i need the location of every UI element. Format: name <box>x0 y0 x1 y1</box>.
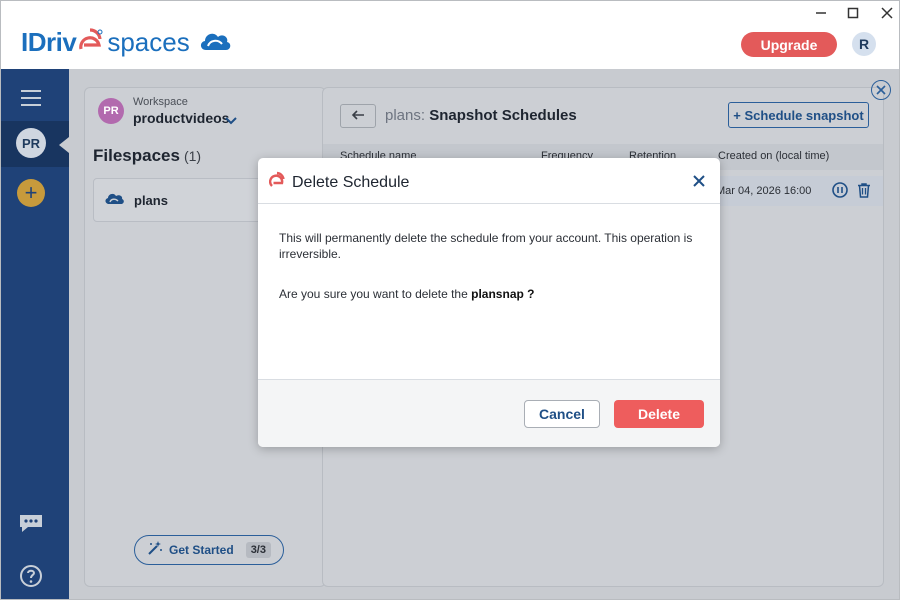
idrive-spaces-logo: IDriv spaces <box>21 25 232 59</box>
chat-icon[interactable] <box>18 513 44 533</box>
active-indicator <box>59 137 69 153</box>
chevron-down-icon[interactable] <box>225 112 237 130</box>
filespaces-title: Filespaces <box>93 146 180 165</box>
get-started-button[interactable]: Get Started 3/3 <box>134 535 284 565</box>
delete-schedule-dialog: Delete Schedule This will permanently de… <box>258 158 720 447</box>
idrive-logo-icon <box>269 171 285 196</box>
help-icon[interactable] <box>19 564 43 588</box>
maximize-icon[interactable] <box>843 5 863 21</box>
close-panel-icon[interactable] <box>871 80 891 100</box>
app-window: IDriv spaces Upgrade R PR + PR Workspace… <box>0 0 900 600</box>
back-button[interactable] <box>340 104 376 128</box>
dialog-title: Delete Schedule <box>292 174 410 191</box>
dialog-footer: Cancel Delete <box>258 379 720 447</box>
cancel-button[interactable]: Cancel <box>524 400 600 428</box>
breadcrumb-prefix: plans: <box>385 107 426 124</box>
dialog-message: This will permanently delete the schedul… <box>279 231 693 261</box>
filespaces-count: (1) <box>183 148 202 164</box>
column-header-created-on[interactable]: Created on (local time) <box>718 150 829 162</box>
filespaces-heading: Filespaces (1) <box>93 146 201 166</box>
workspace-label: Workspace <box>133 96 188 108</box>
workspace-avatar: PR <box>98 98 124 124</box>
logo-text-spaces: spaces <box>107 26 190 57</box>
workspace-name[interactable]: productvideos <box>133 110 229 126</box>
page-title: plans: Snapshot Schedules <box>385 107 577 124</box>
schedule-name: plansnap ? <box>471 287 535 301</box>
upgrade-button[interactable]: Upgrade <box>741 32 837 57</box>
minimize-icon[interactable] <box>811 5 831 21</box>
get-started-progress: 3/3 <box>245 542 271 558</box>
row-created-on: Mar 04, 2026 16:00 <box>716 185 812 197</box>
delete-button[interactable]: Delete <box>614 400 704 428</box>
get-started-label: Get Started <box>169 543 234 557</box>
logo-e-icon <box>77 27 103 57</box>
dialog-question-text: Are you sure you want to delete the <box>279 287 468 301</box>
close-window-icon[interactable] <box>877 5 897 21</box>
schedule-snapshot-button[interactable]: + Schedule snapshot <box>728 102 869 128</box>
cloud-icon <box>104 191 124 210</box>
page-title-text: Snapshot Schedules <box>429 107 577 124</box>
dialog-header: Delete Schedule <box>258 158 720 204</box>
trash-icon[interactable] <box>856 182 872 203</box>
sidebar: PR + <box>1 69 69 599</box>
logo-text-idrive: IDriv <box>21 26 77 57</box>
pause-icon[interactable] <box>832 182 848 203</box>
arrow-left-icon <box>351 107 365 125</box>
magic-wand-icon <box>147 540 163 561</box>
close-dialog-icon[interactable] <box>692 174 706 188</box>
hamburger-menu-icon[interactable] <box>20 89 42 107</box>
cloud-logo-icon <box>198 29 232 56</box>
dialog-question: Are you sure you want to delete the plan… <box>279 287 534 301</box>
user-avatar[interactable]: R <box>852 32 876 56</box>
filespace-item-label: plans <box>134 193 168 208</box>
add-workspace-button[interactable]: + <box>17 179 45 207</box>
sidebar-workspace-avatar[interactable]: PR <box>16 128 46 158</box>
title-bar: IDriv spaces Upgrade R <box>1 1 899 69</box>
